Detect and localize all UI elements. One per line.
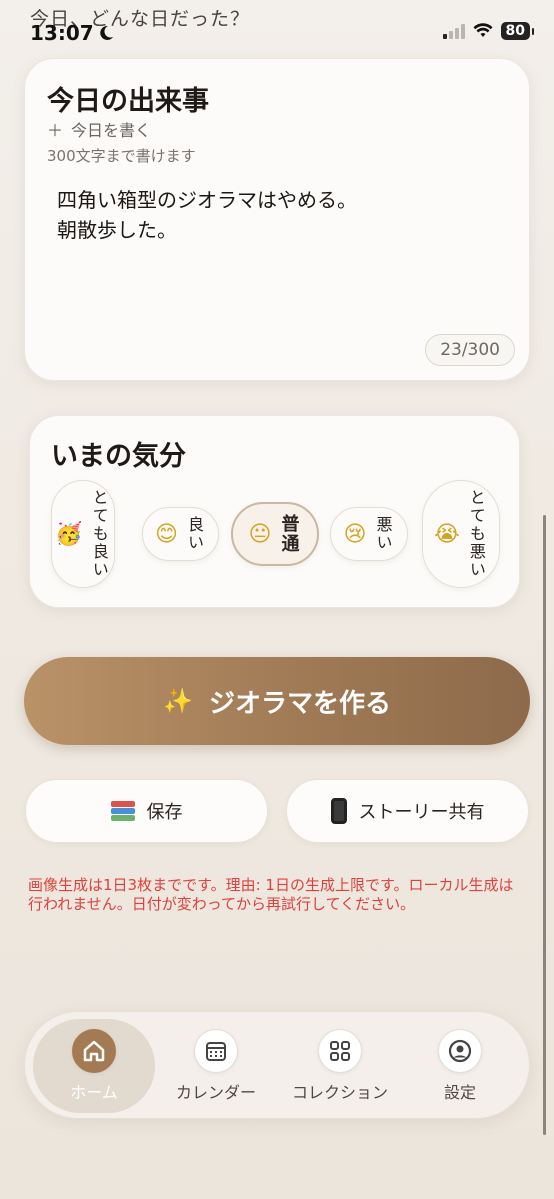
time-label: 13:07 (30, 21, 94, 45)
story-share-button[interactable]: ストーリー共有 (286, 779, 529, 843)
plus-icon: ＋ (47, 121, 64, 140)
phone-icon (330, 798, 347, 824)
signal-icon (442, 23, 465, 39)
books-icon (110, 801, 135, 821)
mood-label: 悪い (373, 516, 393, 552)
moon-icon (99, 25, 113, 40)
mood-option-good[interactable]: 😊 良い (142, 507, 219, 561)
mood-option-bad[interactable]: 😢 悪い (330, 507, 408, 561)
neutral-face-icon: 😐 (248, 521, 272, 547)
crying-face-icon: 😭 (434, 521, 460, 547)
tab-label: カレンダー (175, 1083, 256, 1102)
mood-label: 普通 (278, 514, 300, 554)
status-indicators: 80 (442, 22, 535, 40)
mood-card: いまの気分 🥳 とても良い 😊 良い 😐 普通 😢 悪い 😭 とても悪い (29, 415, 520, 608)
today-card: 今日の出来事 ＋ 今日を書く 300文字まで書けます 四角い箱型のジオラマはやめ… (24, 58, 530, 381)
party-face-icon: 🥳 (55, 521, 83, 547)
mood-option-very-good[interactable]: 🥳 とても良い (51, 480, 115, 588)
mood-option-very-bad[interactable]: 😭 とても悪い (422, 480, 500, 588)
story-share-label: ストーリー共有 (358, 802, 485, 823)
battery-icon: 80 (500, 22, 535, 40)
grid-icon (318, 1029, 362, 1073)
tab-home[interactable]: ホーム (33, 1019, 155, 1113)
scrollbar[interactable] (543, 515, 546, 1135)
tab-label: コレクション (291, 1083, 388, 1102)
write-today-link[interactable]: ＋ 今日を書く (47, 117, 151, 141)
mood-option-neutral[interactable]: 😐 普通 (231, 502, 319, 566)
tab-calendar[interactable]: カレンダー (164, 1019, 268, 1113)
calendar-icon (194, 1029, 238, 1073)
char-limit-note: 300文字まで書けます (47, 147, 196, 165)
sad-face-icon: 😢 (343, 521, 367, 547)
tab-settings[interactable]: 設定 (415, 1019, 505, 1113)
mood-options: 🥳 とても良い 😊 良い 😐 普通 😢 悪い 😭 とても悪い (30, 480, 519, 590)
smiling-face-icon: 😊 (155, 521, 178, 547)
char-counter: 23/300 (425, 334, 515, 366)
home-icon (72, 1029, 116, 1073)
mood-label: 良い (184, 516, 204, 552)
mood-card-title: いまの気分 (51, 441, 186, 472)
mood-label: とても悪い (466, 489, 486, 579)
tab-label: ホーム (70, 1083, 118, 1102)
mood-label: とても良い (89, 489, 109, 579)
tab-label: 設定 (443, 1083, 476, 1102)
make-diorama-label: ジオラマを作る (208, 688, 391, 719)
profile-icon (438, 1029, 482, 1073)
save-button[interactable]: 保存 (25, 779, 268, 843)
save-label: 保存 (146, 802, 183, 823)
today-card-title: 今日の出来事 (47, 86, 209, 117)
write-today-label: 今日を書く (71, 121, 152, 140)
sparkle-icon: ✨ (163, 687, 193, 715)
error-message: 画像生成は1日3枚までです。理由: 1日の生成上限です。ローカル生成は行われませ… (28, 876, 514, 913)
wifi-icon (473, 23, 493, 37)
tab-bar: ホーム カレンダー コレクション 設定 (24, 1011, 530, 1119)
make-diorama-button[interactable]: ✨ ジオラマを作る (24, 657, 530, 745)
diary-text-area[interactable]: 四角い箱型のジオラマはやめる。 朝散歩した。 (57, 185, 357, 245)
status-time: 13:07 (30, 21, 114, 45)
tab-collection[interactable]: コレクション (283, 1019, 397, 1113)
